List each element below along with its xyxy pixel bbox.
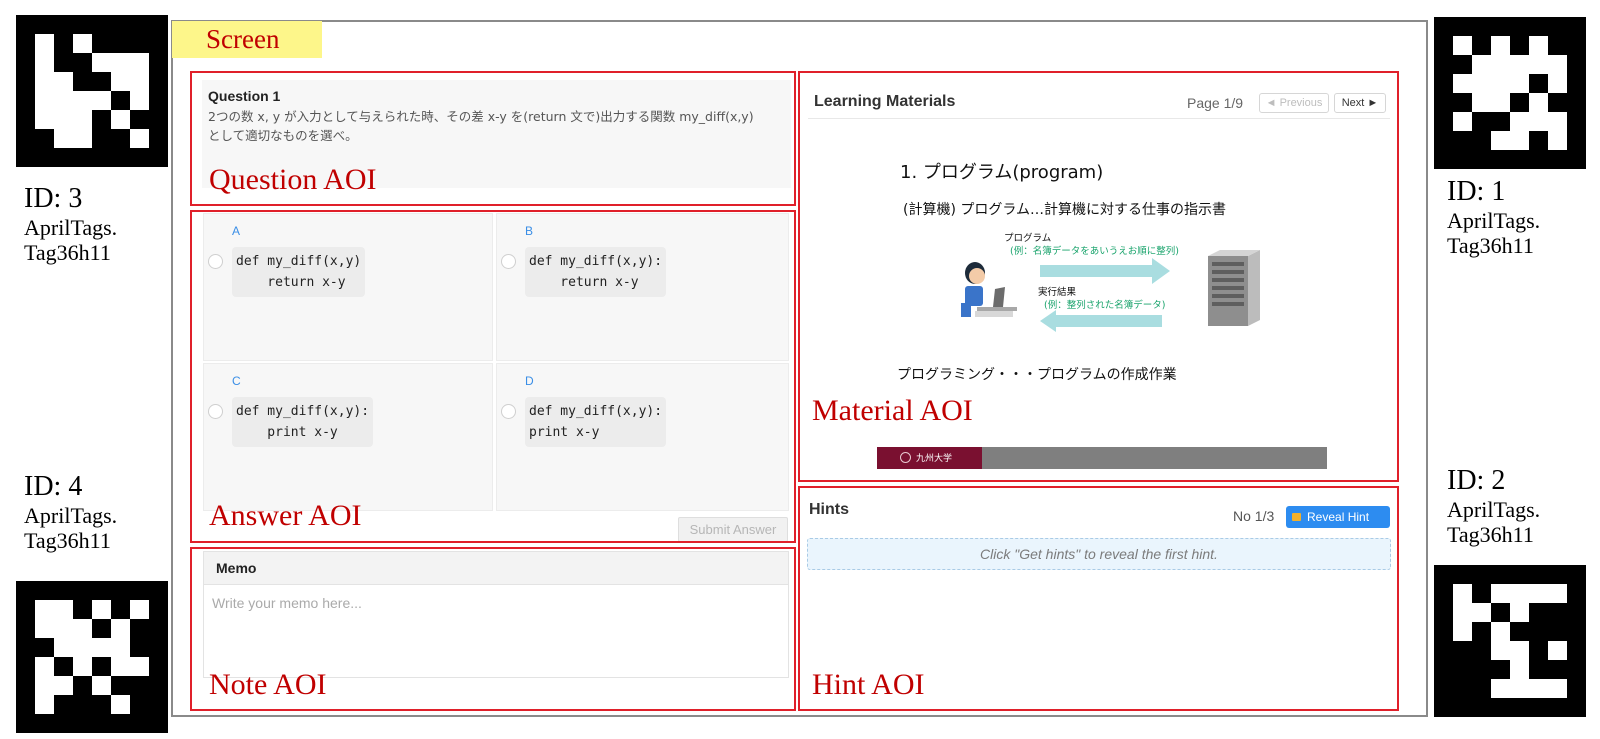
- tag-family-line1: AprilTags.: [1447, 497, 1541, 523]
- tag-id: ID: 2: [1447, 465, 1506, 496]
- tag-family-line2: Tag36h11: [24, 240, 111, 266]
- tag-family-line2: Tag36h11: [24, 528, 111, 554]
- tag-2-label: ID: 2 AprilTags. Tag36h11: [1447, 465, 1540, 548]
- tag-1-label: ID: 1 AprilTags. Tag36h11: [1447, 176, 1540, 259]
- tag-id: ID: 4: [24, 471, 83, 502]
- material-aoi-label: Material AOI: [812, 394, 973, 427]
- tag-family-line2: Tag36h11: [1447, 522, 1534, 548]
- tag-3-label: ID: 3 AprilTags. Tag36h11: [24, 183, 117, 266]
- tag-id: ID: 1: [1447, 176, 1506, 207]
- apriltag-3: [16, 15, 168, 167]
- question-aoi-label: Question AOI: [209, 163, 377, 196]
- answer-aoi-box: [190, 210, 796, 543]
- tag-family-line1: AprilTags.: [24, 503, 118, 529]
- note-aoi-label: Note AOI: [209, 668, 327, 701]
- tag-4-label: ID: 4 AprilTags. Tag36h11: [24, 471, 117, 554]
- apriltag-1: [1434, 17, 1586, 169]
- answer-aoi-label: Answer AOI: [209, 499, 362, 532]
- tag-family-line1: AprilTags.: [24, 215, 118, 241]
- tag-id: ID: 3: [24, 183, 83, 214]
- apriltag-4: [16, 581, 168, 733]
- apriltag-2: [1434, 565, 1586, 717]
- tag-family-line2: Tag36h11: [1447, 233, 1534, 259]
- screen-label: Screen: [172, 21, 322, 58]
- tag-family-line1: AprilTags.: [1447, 208, 1541, 234]
- hint-aoi-label: Hint AOI: [812, 668, 925, 701]
